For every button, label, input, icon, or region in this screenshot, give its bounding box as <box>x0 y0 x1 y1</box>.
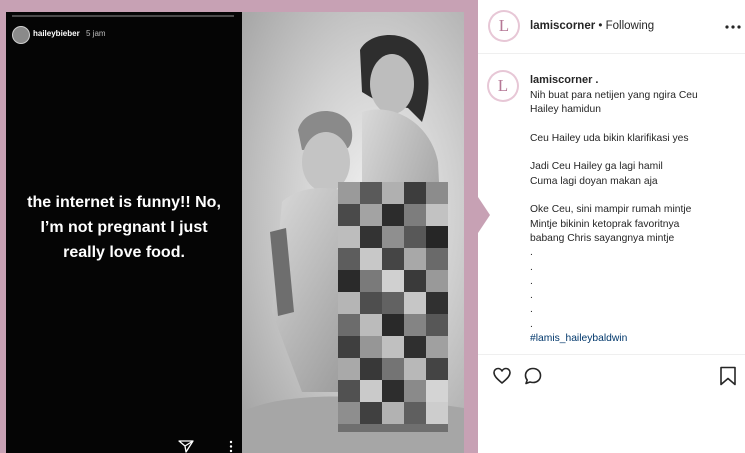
pixelation-censor <box>338 182 448 432</box>
caption-line: . <box>530 261 533 273</box>
story-text-line: I’m not pregnant I just <box>40 219 208 236</box>
story-text: the internet is funny!! No, I’m not preg… <box>6 190 242 265</box>
caption-avatar-letter: L <box>489 72 517 100</box>
story-text-line: really love food. <box>63 244 185 261</box>
caption-line: Cuma lagi doyan makan aja <box>530 175 658 187</box>
couple-photo <box>242 34 464 453</box>
actions-divider <box>478 354 745 355</box>
caption-line <box>530 146 740 160</box>
caption-line: . <box>530 304 533 316</box>
avatar[interactable]: L <box>488 10 520 42</box>
story-avatar <box>12 26 30 44</box>
story-username: haileybieber <box>33 29 80 38</box>
post-media-frame: haileybieber 5 jam the internet is funny… <box>0 0 478 453</box>
caption-text: Nih buat para netijen yang ngira Ceu Hai… <box>530 89 740 346</box>
send-icon <box>178 440 194 453</box>
story-text-line: the internet is funny!! No, <box>27 194 221 211</box>
more-icon <box>229 440 233 453</box>
caption-line: . <box>530 247 533 259</box>
caption-line <box>530 118 740 132</box>
header-username[interactable]: lamiscorner <box>530 20 595 32</box>
follow-status[interactable]: Following <box>606 20 655 32</box>
caption-avatar[interactable]: L <box>487 70 519 102</box>
bookmark-icon[interactable] <box>719 366 737 386</box>
caption-username[interactable]: lamiscorner . <box>530 74 598 86</box>
avatar-letter: L <box>490 12 518 40</box>
heart-icon[interactable] <box>492 366 512 386</box>
caption-line <box>530 189 740 203</box>
caption-line: Nih buat para netijen yang ngira Ceu <box>530 90 698 101</box>
comment-icon[interactable] <box>523 366 543 386</box>
story-time: 5 jam <box>86 29 106 38</box>
header-user-line: lamiscorner • Following <box>530 20 654 32</box>
caption-line: . <box>530 290 533 302</box>
caption-line: Ceu Hailey uda bikin klarifikasi yes <box>530 132 689 144</box>
caption-line: Hailey hamidun <box>530 104 601 116</box>
caption-line: . <box>530 318 533 330</box>
photo <box>242 12 464 453</box>
next-arrow-icon[interactable] <box>478 197 490 233</box>
caption-line: . <box>530 275 533 287</box>
story-screenshot: haileybieber 5 jam the internet is funny… <box>6 12 242 453</box>
post-media[interactable]: haileybieber 5 jam the internet is funny… <box>6 12 464 453</box>
caption-line: Jadi Ceu Hailey ga lagi hamil <box>530 161 663 173</box>
hashtag-link[interactable]: #lamis_haileybaldwin <box>530 332 740 346</box>
header-separator: • <box>595 20 606 32</box>
story-progress-bar <box>12 15 234 17</box>
post-header: L lamiscorner • Following <box>478 0 745 54</box>
caption-line: babang Chris sayangnya mintje <box>530 232 675 244</box>
ellipsis-icon[interactable] <box>725 25 741 29</box>
caption-line: Oke Ceu, sini mampir rumah mintje <box>530 204 692 216</box>
caption-line: Mintje bikinin ketoprak favoritnya <box>530 218 680 230</box>
